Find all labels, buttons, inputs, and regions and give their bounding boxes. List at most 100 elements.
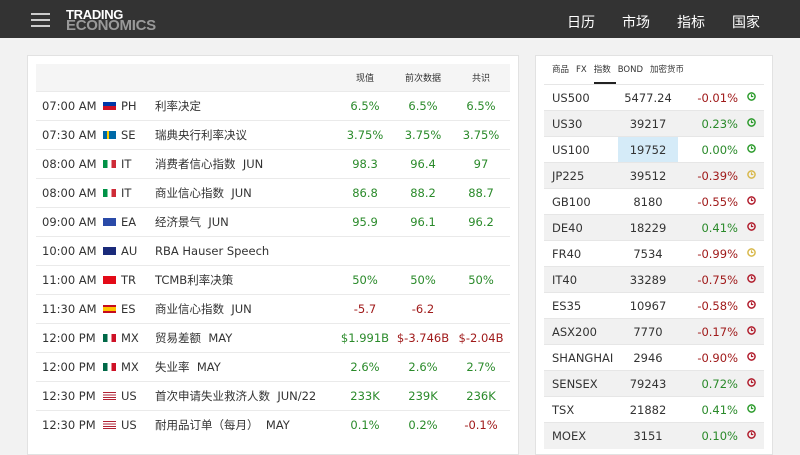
event-name[interactable]: 贸易差额 MAY <box>155 322 336 352</box>
market-price: 5477.24 <box>618 84 678 111</box>
calendar-row[interactable]: 12:00 PM MX 贸易差额 MAY $1.991B $-3.746B $-… <box>36 322 510 352</box>
market-symbol[interactable]: GB100 <box>544 188 618 215</box>
market-change: 0.00% <box>678 136 738 163</box>
market-tab[interactable]: 加密货币 <box>650 56 689 84</box>
event-time: 07:30 AM <box>36 119 103 149</box>
event-reference: JUN/22 <box>277 388 317 403</box>
market-tab[interactable]: FX <box>576 56 592 84</box>
market-symbol[interactable]: ASX200 <box>544 318 618 345</box>
event-name[interactable]: 商业信心指数 JUN <box>155 293 336 323</box>
market-row[interactable]: US500 5477.24 -0.01% <box>544 84 764 111</box>
country-code: IT <box>121 156 132 171</box>
event-reference: MAY <box>208 330 233 345</box>
top-bar: TRADING ECONOMICS 日历 市场 指标 国家 <box>0 0 800 38</box>
event-time: 09:00 AM <box>36 206 103 236</box>
event-name[interactable]: 瑞典央行利率决议 <box>155 119 336 149</box>
event-name[interactable]: 利率决定 <box>155 90 336 120</box>
calendar-row[interactable]: 11:30 AM ES 商业信心指数 JUN -5.7 -6.2 <box>36 293 510 323</box>
nav-calendar[interactable]: 日历 <box>567 12 595 32</box>
flag-icon <box>103 131 116 139</box>
market-symbol[interactable]: DE40 <box>544 214 618 241</box>
market-change: 0.72% <box>678 370 738 397</box>
event-name[interactable]: 经济景气 JUN <box>155 206 336 236</box>
country-code: AU <box>121 243 138 258</box>
market-row[interactable]: GB100 8180 -0.55% <box>544 188 764 215</box>
event-name[interactable]: TCMB利率决策 <box>155 264 336 294</box>
market-row[interactable]: MOEX 3151 0.10% <box>544 422 764 449</box>
market-price: 39512 <box>618 162 678 189</box>
market-symbol[interactable]: US500 <box>544 84 618 111</box>
logo[interactable]: TRADING ECONOMICS <box>66 8 156 33</box>
calendar-row[interactable]: 12:00 PM MX 失业率 MAY 2.6% 2.6% 2.7% <box>36 351 510 381</box>
flag-icon <box>103 305 116 313</box>
market-symbol[interactable]: FR40 <box>544 240 618 267</box>
market-row[interactable]: IT40 33289 -0.75% <box>544 266 764 293</box>
main-nav: 日历 市场 指标 国家 <box>567 12 760 32</box>
market-symbol[interactable]: IT40 <box>544 266 618 293</box>
col-actual: 现值 <box>336 64 394 91</box>
market-row[interactable]: SENSEX 79243 0.72% <box>544 370 764 397</box>
event-name[interactable]: RBA Hauser Speech <box>155 235 336 265</box>
event-name[interactable]: 失业率 MAY <box>155 351 336 381</box>
flag-icon <box>103 218 116 226</box>
market-symbol[interactable]: JP225 <box>544 162 618 189</box>
calendar-row[interactable]: 09:00 AM EA 经济景气 JUN 95.9 96.1 96.2 <box>36 206 510 236</box>
actual-value: 95.9 <box>336 206 394 236</box>
market-change: 0.10% <box>678 422 738 449</box>
calendar-row[interactable]: 07:30 AM SE 瑞典央行利率决议 3.75% 3.75% 3.75% <box>36 119 510 149</box>
market-row[interactable]: ASX200 7770 -0.17% <box>544 318 764 345</box>
country-code: PH <box>121 98 137 113</box>
market-symbol[interactable]: SHANGHAI <box>544 344 618 371</box>
market-symbol[interactable]: TSX <box>544 396 618 423</box>
market-change: -0.55% <box>678 188 738 215</box>
market-row[interactable]: US100 19752 0.00% <box>544 136 764 163</box>
market-row[interactable]: SHANGHAI 2946 -0.90% <box>544 344 764 371</box>
market-row[interactable]: TSX 21882 0.41% <box>544 396 764 423</box>
market-tab[interactable]: BOND <box>618 56 648 84</box>
event-reference: MAY <box>196 359 221 374</box>
market-symbol[interactable]: US100 <box>544 136 618 163</box>
calendar-row[interactable]: 08:00 AM IT 商业信心指数 JUN 86.8 88.2 88.7 <box>36 177 510 207</box>
consensus-value: 97 <box>452 148 510 178</box>
market-change: -0.01% <box>678 84 738 111</box>
event-name[interactable]: 消费者信心指数 JUN <box>155 148 336 178</box>
clock-icon <box>738 214 764 241</box>
market-row[interactable]: JP225 39512 -0.39% <box>544 162 764 189</box>
calendar-row[interactable]: 10:00 AM AU RBA Hauser Speech <box>36 235 510 265</box>
market-row[interactable]: FR40 7534 -0.99% <box>544 240 764 267</box>
market-change: -0.90% <box>678 344 738 371</box>
market-tab[interactable]: 指数 <box>593 56 616 84</box>
market-price: 10967 <box>618 292 678 319</box>
market-symbol[interactable]: MOEX <box>544 422 618 449</box>
event-name[interactable]: 商业信心指数 JUN <box>155 177 336 207</box>
nav-countries[interactable]: 国家 <box>732 12 760 32</box>
market-change: -0.58% <box>678 292 738 319</box>
nav-markets[interactable]: 市场 <box>622 12 650 32</box>
market-symbol[interactable]: ES35 <box>544 292 618 319</box>
nav-indicators[interactable]: 指标 <box>677 12 705 32</box>
consensus-value: 3.75% <box>452 119 510 149</box>
clock-icon <box>738 422 764 449</box>
menu-icon[interactable] <box>31 13 50 27</box>
market-price: 2946 <box>618 344 678 371</box>
market-row[interactable]: ES35 10967 -0.58% <box>544 292 764 319</box>
actual-value: 86.8 <box>336 177 394 207</box>
market-symbol[interactable]: US30 <box>544 110 618 137</box>
market-tab[interactable]: 商品 <box>552 56 574 84</box>
market-row[interactable]: US30 39217 0.23% <box>544 110 764 137</box>
calendar-row[interactable]: 12:30 PM US 首次申请失业救济人数 JUN/22 233K 239K … <box>36 380 510 410</box>
flag-icon <box>103 334 116 342</box>
market-row[interactable]: DE40 18229 0.41% <box>544 214 764 241</box>
calendar-row[interactable]: 07:00 AM PH 利率决定 6.5% 6.5% 6.5% <box>36 90 510 120</box>
calendar-row[interactable]: 11:00 AM TR TCMB利率决策 50% 50% 50% <box>36 264 510 294</box>
clock-icon <box>738 84 764 111</box>
calendar-row[interactable]: 08:00 AM IT 消费者信心指数 JUN 98.3 96.4 97 <box>36 148 510 178</box>
event-name[interactable]: 首次申请失业救济人数 JUN/22 <box>155 380 336 410</box>
event-reference: JUN <box>231 301 252 316</box>
markets-table: US500 5477.24 -0.01% US30 39217 0.23% US… <box>544 84 764 449</box>
event-reference: MAY <box>265 417 290 432</box>
market-symbol[interactable]: SENSEX <box>544 370 618 397</box>
event-time: 12:00 PM <box>36 351 103 381</box>
country-code: IT <box>121 185 132 200</box>
market-price: 3151 <box>618 422 678 449</box>
